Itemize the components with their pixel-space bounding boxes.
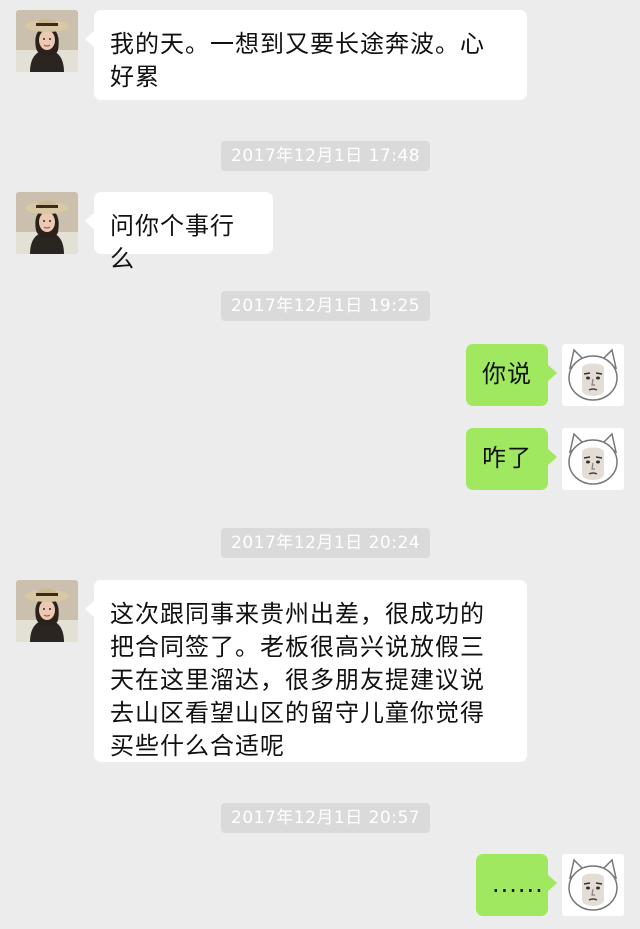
contact-avatar-icon[interactable] [16, 192, 78, 254]
timestamp: 2017年12月1日 17:48 [221, 141, 431, 171]
message-bubble-incoming[interactable]: 问你个事行么 [85, 192, 273, 273]
timestamp: 2017年12月1日 19:25 [221, 291, 431, 321]
message-text: 咋了 [482, 444, 532, 472]
message-bubble-outgoing[interactable]: ...... [476, 854, 557, 916]
message-bubble-outgoing[interactable]: 你说 [466, 344, 557, 406]
message-text: 这次跟同事来贵州出差，很成功的把合同签了。老板很高兴说放假三天在这里溜达，很多朋… [110, 600, 485, 760]
message-bubble-incoming[interactable]: 这次跟同事来贵州出差，很成功的把合同签了。老板很高兴说放假三天在这里溜达，很多朋… [85, 580, 527, 762]
message-bubble-incoming[interactable]: 我的天。一想到又要长途奔波。心好累 [85, 10, 527, 100]
timestamp: 2017年12月1日 20:24 [221, 528, 431, 558]
timestamp: 2017年12月1日 20:57 [221, 803, 431, 833]
self-avatar-icon[interactable] [562, 854, 624, 916]
contact-avatar-icon[interactable] [16, 10, 78, 72]
self-avatar-icon[interactable] [562, 344, 624, 406]
contact-avatar-icon[interactable] [16, 580, 78, 642]
message-text: 我的天。一想到又要长途奔波。心好累 [110, 30, 485, 91]
message-text: 你说 [482, 360, 532, 388]
self-avatar-icon[interactable] [562, 428, 624, 490]
message-bubble-outgoing[interactable]: 咋了 [466, 428, 557, 490]
message-text: 问你个事行么 [110, 212, 235, 273]
message-text: ...... [492, 870, 544, 898]
